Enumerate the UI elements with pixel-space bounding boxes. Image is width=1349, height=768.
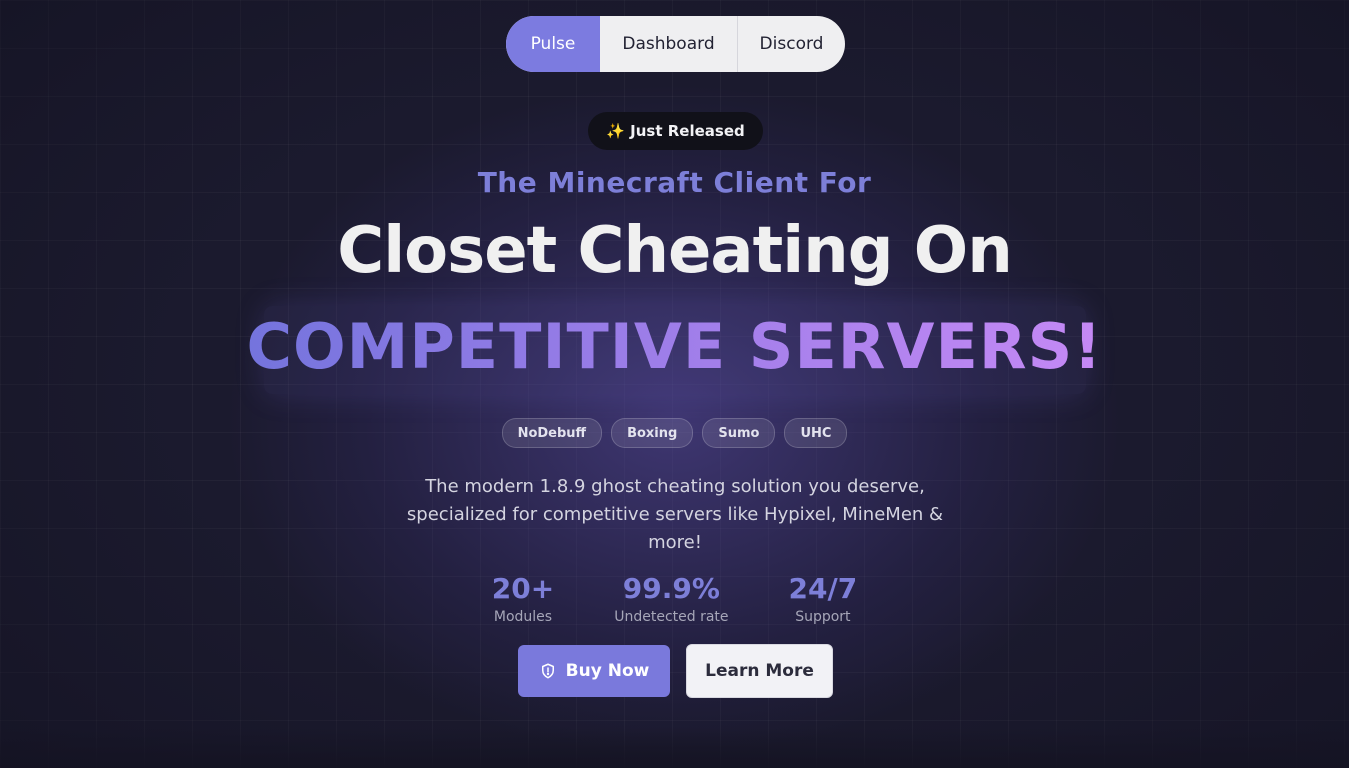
stat-value: 24/7 xyxy=(788,572,858,605)
tag-uhc[interactable]: UHC xyxy=(784,418,848,448)
stat-value: 20+ xyxy=(491,572,555,605)
gamemode-tags: NoDebuff Boxing Sumo UHC xyxy=(0,418,1349,448)
shield-icon xyxy=(539,662,557,680)
buy-now-label: Buy Now xyxy=(565,661,650,681)
nav-item-discord[interactable]: Discord xyxy=(738,16,845,72)
stat-label: Undetected rate xyxy=(614,609,729,625)
tag-boxing[interactable]: Boxing xyxy=(611,418,694,448)
release-badge: ✨ Just Released xyxy=(588,112,763,150)
stat-label: Modules xyxy=(493,609,553,625)
stat-value: 99.9% xyxy=(622,572,720,605)
top-nav: Pulse Dashboard Discord xyxy=(506,16,845,72)
hero-highlight-text: COMPETITIVE SERVERS! xyxy=(246,310,1103,383)
stat-support: 24/7 Support xyxy=(789,572,858,625)
learn-more-button[interactable]: Learn More xyxy=(686,644,833,698)
stat-undetected: 99.9% Undetected rate xyxy=(614,572,728,625)
tag-nodebuff[interactable]: NoDebuff xyxy=(501,418,603,448)
stat-modules: 20+ Modules xyxy=(492,572,554,625)
nav-item-dashboard[interactable]: Dashboard xyxy=(600,16,738,72)
bottom-fade xyxy=(0,728,1349,768)
hero-subtitle: The Minecraft Client For xyxy=(477,166,872,199)
hero-highlight: COMPETITIVE SERVERS! xyxy=(0,310,1349,383)
stats-row: 20+ Modules 99.9% Undetected rate 24/7 S… xyxy=(0,572,1349,625)
tag-sumo[interactable]: Sumo xyxy=(702,418,776,448)
hero-description: The modern 1.8.9 ghost cheating solution… xyxy=(406,476,944,553)
buy-now-button[interactable]: Buy Now xyxy=(518,645,670,697)
hero-headline: Closet Cheating On xyxy=(337,214,1013,288)
nav-item-pulse[interactable]: Pulse xyxy=(506,16,600,72)
stat-label: Support xyxy=(795,609,851,625)
